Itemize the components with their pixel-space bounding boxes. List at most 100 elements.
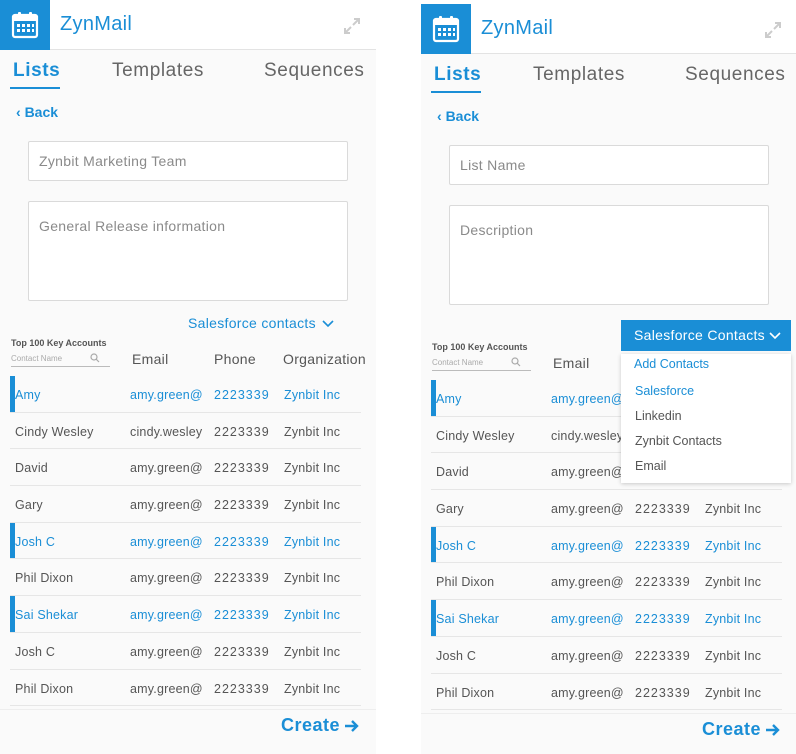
contact-phone: 2223339 bbox=[635, 612, 691, 627]
filter-placeholder: Contact Name bbox=[11, 354, 63, 363]
table-row[interactable]: Cindy Wesley cindy.wesley 2223339 Zynbit In… bbox=[10, 413, 361, 450]
back-link[interactable]: ‹ Back bbox=[437, 108, 479, 124]
contact-phone: 2223339 bbox=[214, 608, 270, 623]
table-row[interactable]: Phil Dixon amy.green@ 2223339 Zynbit Inc bbox=[10, 670, 361, 707]
contact-organization: Zynbit Inc bbox=[284, 461, 341, 476]
expand-icon[interactable] bbox=[342, 16, 362, 36]
calendar-logo bbox=[421, 4, 471, 54]
table-row[interactable]: Josh C amy.green@ 2223339 Zynbit Inc bbox=[10, 522, 361, 560]
contact-email: amy.green@ bbox=[551, 612, 624, 627]
tab-templates[interactable]: Templates bbox=[112, 60, 204, 82]
contact-organization: Zynbit Inc bbox=[705, 612, 762, 627]
contact-email: amy.green@ bbox=[130, 461, 203, 476]
contact-name: Cindy Wesley bbox=[436, 428, 515, 443]
contact-email: cindy.wesley bbox=[551, 428, 624, 443]
table-row[interactable]: Phil Dixon amy.green@ 2223339 Zynbit Inc bbox=[431, 674, 782, 711]
table-row[interactable]: Josh C amy.green@ 2223339 Zynbit Inc bbox=[431, 526, 782, 564]
filter-title: Top 100 Key Accounts bbox=[432, 342, 528, 352]
menu-item-zynbit-contacts[interactable]: Zynbit Contacts bbox=[635, 434, 722, 448]
tab-bar: Lists Templates Sequences bbox=[421, 54, 796, 94]
expand-icon[interactable] bbox=[763, 20, 783, 40]
back-label: Back bbox=[445, 108, 480, 124]
table-row[interactable]: Sai Shekar amy.green@ 2223339 Zynbit Inc bbox=[10, 596, 361, 633]
contact-phone: 2223339 bbox=[214, 424, 270, 439]
contact-phone: 2223339 bbox=[214, 534, 270, 549]
contact-organization: Zynbit Inc bbox=[284, 644, 341, 659]
contact-name: Josh C bbox=[15, 534, 56, 549]
contact-name: Josh C bbox=[15, 644, 56, 659]
contact-source-menu: Add Contacts Salesforce Linkedin Zynbit … bbox=[621, 354, 791, 483]
contact-email: amy.green@ bbox=[130, 608, 203, 623]
contact-organization: Zynbit Inc bbox=[284, 608, 341, 623]
contact-organization: Zynbit Inc bbox=[284, 571, 341, 586]
tab-sequences[interactable]: Sequences bbox=[264, 60, 364, 82]
table-row[interactable]: Sai Shekar amy.green@ 2223339 Zynbit Inc bbox=[431, 600, 782, 637]
contact-email: cindy.wesley bbox=[130, 424, 203, 439]
contact-email: amy.green@ bbox=[551, 392, 624, 406]
create-button[interactable]: Create bbox=[702, 719, 781, 740]
table-row[interactable]: Josh C amy.green@ 2223339 Zynbit Inc bbox=[10, 633, 361, 670]
description-input[interactable]: Description bbox=[449, 205, 769, 305]
table-row[interactable]: David amy.green@ 2223339 Zynbit Inc bbox=[10, 449, 361, 487]
left-panel: ZynMail Lists Templates Sequences ‹ Back… bbox=[0, 0, 376, 754]
search-icon bbox=[90, 353, 100, 363]
tab-sequences[interactable]: Sequences bbox=[685, 64, 785, 86]
contact-name: Sai Shekar bbox=[436, 612, 500, 627]
right-panel: ZynMail Lists Templates Sequences ‹ Back… bbox=[421, 4, 796, 754]
contact-phone: 2223339 bbox=[635, 685, 691, 700]
calendar-icon bbox=[432, 16, 460, 43]
contact-name-filter[interactable]: Contact Name bbox=[11, 352, 110, 367]
footer-divider bbox=[0, 709, 376, 710]
contact-name: Phil Dixon bbox=[436, 685, 495, 700]
menu-item-email[interactable]: Email bbox=[635, 459, 666, 473]
back-link[interactable]: ‹ Back bbox=[16, 104, 58, 120]
create-button[interactable]: Create bbox=[281, 715, 360, 736]
contact-organization: Zynbit Inc bbox=[705, 575, 762, 590]
app-header: ZynMail bbox=[421, 4, 796, 54]
contact-phone: 2223339 bbox=[214, 571, 270, 586]
table-row[interactable]: Phil Dixon amy.green@ 2223339 Zynbit Inc bbox=[10, 559, 361, 597]
contact-name: Josh C bbox=[436, 648, 477, 663]
table-row[interactable]: Phil Dixon amy.green@ 2223339 Zynbit Inc bbox=[431, 563, 782, 601]
tab-underline bbox=[431, 91, 481, 93]
contact-email: amy.green@ bbox=[130, 644, 203, 659]
table-row[interactable]: Amy amy.green@ 2223339 Zynbit Inc bbox=[10, 376, 361, 413]
contact-name: Amy bbox=[436, 392, 462, 406]
contact-email: amy.green@ bbox=[130, 681, 203, 696]
contact-email: amy.green@ bbox=[551, 465, 624, 480]
create-label: Create bbox=[701, 719, 761, 739]
contact-source-dropdown[interactable]: Salesforce Contacts bbox=[621, 320, 791, 351]
contact-email: amy.green@ bbox=[130, 534, 203, 549]
contact-source-selector[interactable]: Salesforce contacts bbox=[188, 315, 334, 331]
table-row[interactable]: Gary amy.green@ 2223339 Zynbit Inc bbox=[431, 490, 782, 527]
contact-email: amy.green@ bbox=[130, 498, 203, 513]
tab-lists[interactable]: Lists bbox=[434, 64, 481, 86]
contact-name: Phil Dixon bbox=[15, 681, 74, 696]
chevron-down-icon bbox=[769, 320, 781, 351]
contact-email: amy.green@ bbox=[551, 575, 624, 590]
contact-organization: Zynbit Inc bbox=[705, 648, 762, 663]
contact-organization: Zynbit Inc bbox=[705, 502, 762, 517]
chevron-down-icon bbox=[322, 315, 334, 331]
table-row[interactable]: Gary amy.green@ 2223339 Zynbit Inc bbox=[10, 486, 361, 523]
description-input[interactable]: General Release information bbox=[28, 201, 348, 301]
contact-phone: 2223339 bbox=[635, 575, 691, 590]
app-title: ZynMail bbox=[481, 17, 554, 39]
tab-templates[interactable]: Templates bbox=[533, 64, 625, 86]
menu-item-salesforce[interactable]: Salesforce bbox=[635, 384, 694, 398]
tab-lists[interactable]: Lists bbox=[13, 60, 60, 82]
contact-name: Gary bbox=[15, 498, 43, 513]
contacts-table: Amyamy.green@2223339Zynbit IncCindy Wesl… bbox=[10, 376, 361, 707]
contact-phone: 2223339 bbox=[214, 461, 270, 476]
col-phone: Phone bbox=[214, 351, 256, 367]
contact-phone: 2223339 bbox=[635, 538, 691, 553]
contact-email: amy.green@ bbox=[551, 648, 624, 663]
list-name-input[interactable]: List Name bbox=[449, 145, 769, 185]
table-row[interactable]: Josh C amy.green@ 2223339 Zynbit Inc bbox=[431, 637, 782, 674]
app-title: ZynMail bbox=[60, 13, 133, 35]
list-name-input[interactable]: Zynbit Marketing Team bbox=[28, 141, 348, 181]
contact-name-filter[interactable]: Contact Name bbox=[432, 356, 531, 371]
filter-title: Top 100 Key Accounts bbox=[11, 338, 107, 348]
menu-item-linkedin[interactable]: Linkedin bbox=[635, 409, 682, 423]
chevron-left-icon: ‹ bbox=[437, 108, 442, 124]
